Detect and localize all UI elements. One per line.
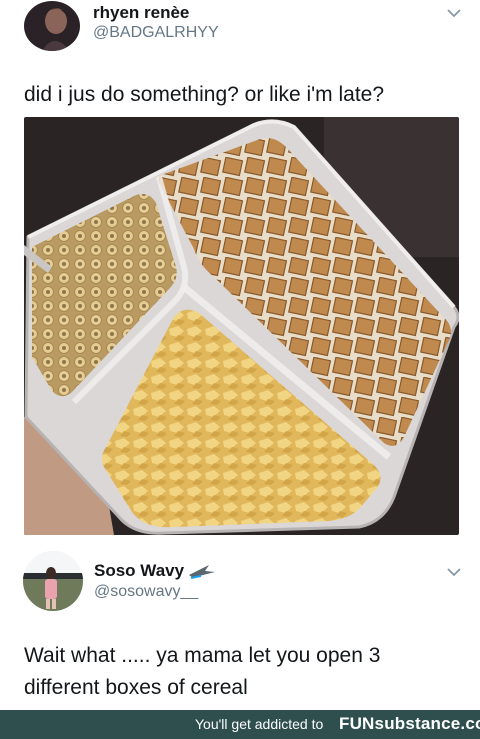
tweet-original: rhyen renèe @BADGALRHYY did i jus do som… — [0, 0, 480, 545]
cereal-container-photo[interactable] — [24, 117, 459, 535]
watermark-bar: You'll get addicted to FUNsubstance.com — [0, 710, 480, 739]
tweet-reply: Soso Wavy @sosowavy__ Wait what ..... ya… — [0, 545, 480, 710]
user-handle[interactable]: @sosowavy__ — [94, 583, 198, 601]
watermark-brand[interactable]: FUNsubstance.com — [339, 714, 480, 734]
bird-flying-icon — [189, 565, 215, 579]
tweet-text: did i jus do something? or like i'm late… — [24, 83, 385, 106]
watermark-caption: You'll get addicted to — [195, 716, 324, 732]
avatar[interactable] — [23, 551, 83, 611]
tweet-text-line-2: different boxes of cereal — [24, 676, 248, 699]
avatar[interactable] — [24, 1, 80, 51]
display-name[interactable]: rhyen renèe — [93, 3, 189, 23]
chevron-down-icon[interactable] — [446, 567, 462, 577]
user-handle[interactable]: @BADGALRHYY — [93, 24, 219, 42]
chevron-down-icon[interactable] — [446, 8, 462, 18]
tweet-text-line-1: Wait what ..... ya mama let you open 3 — [24, 644, 381, 667]
display-name[interactable]: Soso Wavy — [94, 561, 184, 581]
